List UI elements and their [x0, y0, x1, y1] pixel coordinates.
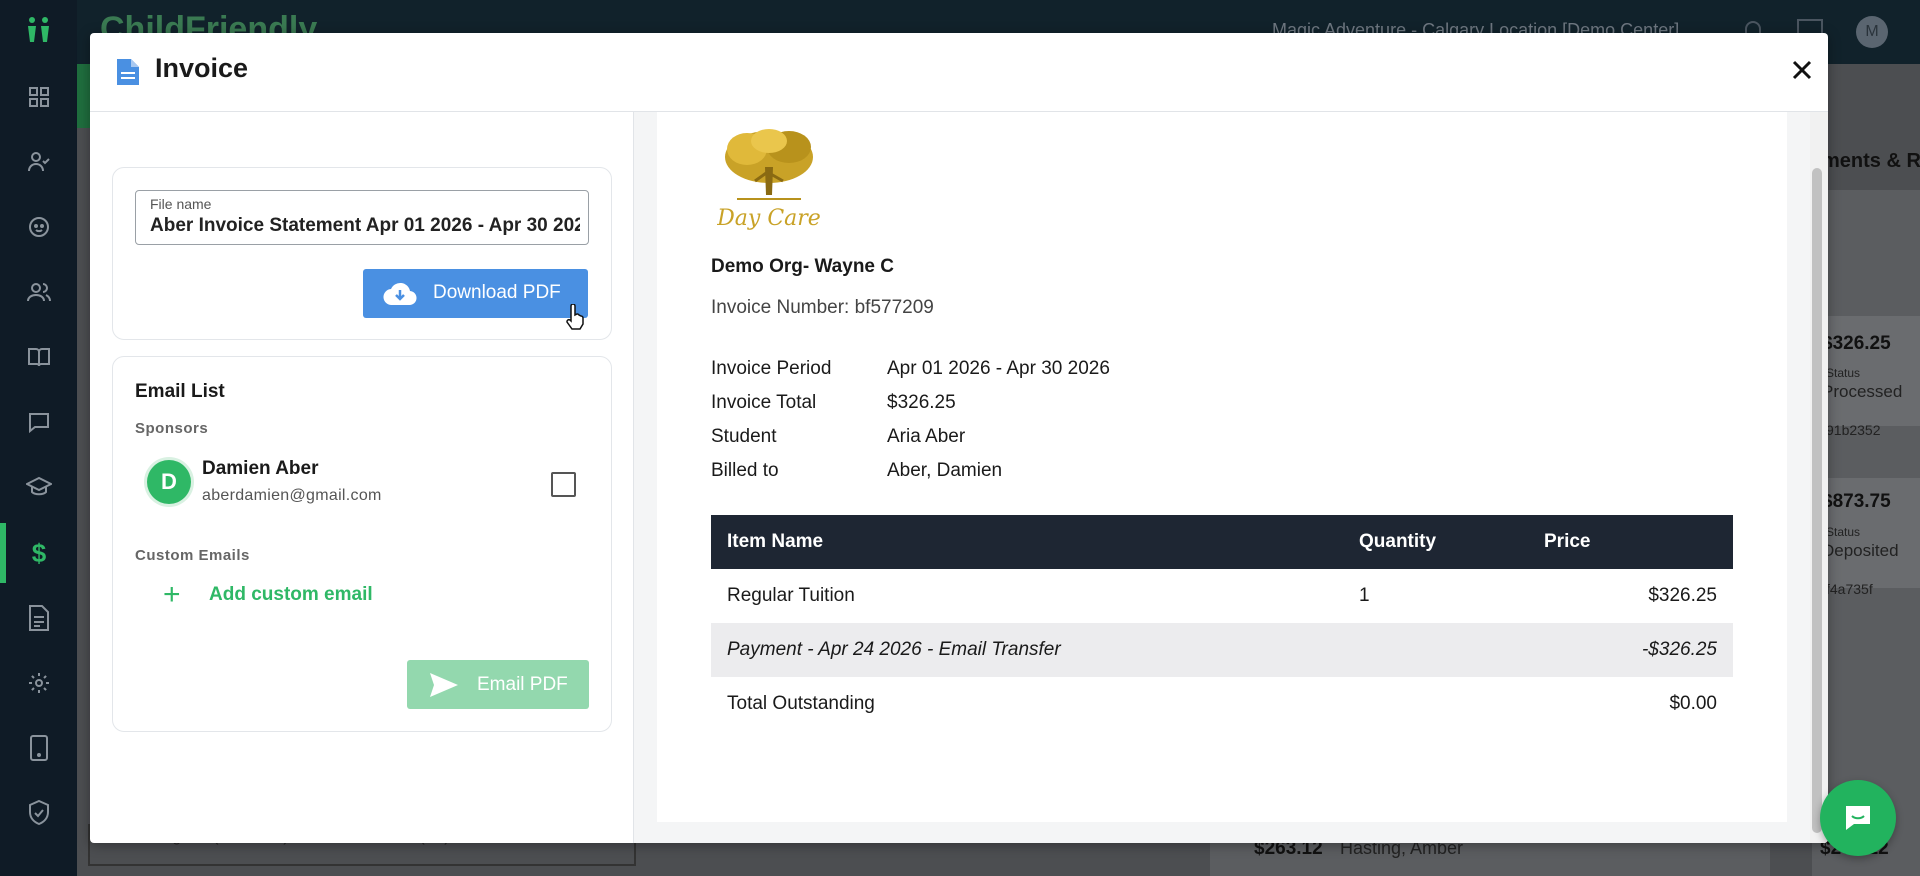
sponsors-heading: Sponsors [135, 420, 209, 437]
invoice-document: Day Care Demo Org- Wayne C Invoice Numbe… [657, 112, 1787, 822]
organization-name: Demo Org- Wayne C [711, 256, 894, 277]
sponsor-avatar: D [147, 460, 191, 504]
people-icon[interactable] [24, 277, 54, 307]
close-icon[interactable] [1787, 55, 1817, 85]
attendance-icon[interactable] [24, 147, 54, 177]
price-cell: $0.00 [1669, 693, 1717, 714]
table-row: Total Outstanding $0.00 [711, 677, 1733, 731]
column-header: Quantity [1343, 515, 1528, 569]
app-logo-icon[interactable] [24, 14, 54, 44]
item-name-cell: Payment - Apr 24 2026 - Email Transfer [711, 623, 1343, 677]
sponsor-email: aberdamien@gmail.com [202, 487, 382, 504]
document-icon [115, 57, 141, 87]
send-icon [430, 673, 458, 697]
add-custom-email-label: Add custom email [209, 584, 373, 605]
reports-icon[interactable] [24, 603, 54, 633]
billing-dollar-icon[interactable]: $ [24, 538, 54, 568]
invoice-options-panel: File name Download PDF Email List Sponso… [90, 112, 634, 843]
item-name-cell: Regular Tuition [727, 585, 855, 606]
dashboard-icon[interactable] [24, 82, 54, 112]
shield-icon[interactable] [24, 798, 54, 828]
chat-launcher-button[interactable] [1820, 780, 1896, 856]
price-cell: -$326.25 [1528, 623, 1733, 677]
bg-tab-payments[interactable]: ments & Re [1822, 150, 1920, 173]
invoice-number: Invoice Number: bf577209 [711, 297, 934, 318]
logo-text: Day Care [717, 206, 821, 231]
bg-card-status: Processed [1822, 382, 1903, 401]
download-card: File name Download PDF [112, 167, 612, 340]
email-pdf-label: Email PDF [477, 674, 568, 695]
add-custom-email-button[interactable]: + Add custom email [163, 575, 373, 615]
education-icon[interactable] [24, 472, 54, 502]
sponsor-name: Damien Aber [202, 458, 319, 479]
settings-gear-icon[interactable] [24, 668, 54, 698]
preview-scrollbar-thumb[interactable] [1812, 168, 1822, 833]
bg-card-status-label: Status [1826, 366, 1861, 380]
file-name-field[interactable]: File name [135, 190, 589, 245]
price-cell: $326.25 [1648, 585, 1717, 606]
daycare-logo: Day Care [716, 127, 821, 235]
plus-icon: + [163, 578, 181, 611]
invoice-modal: Invoice File name Download PDF Email Lis… [90, 33, 1828, 843]
chat-bubble-icon [1846, 806, 1870, 830]
quantity-cell [1343, 623, 1528, 677]
detail-label: Billed to [711, 460, 779, 481]
children-icon[interactable] [24, 212, 54, 242]
messages-icon[interactable] [24, 407, 54, 437]
table-header-row: Item Name Quantity Price [711, 515, 1733, 569]
student-row: Student Aria Aber [711, 426, 965, 448]
invoice-total-row: Invoice Total $326.25 [711, 392, 956, 414]
cloud-download-icon [383, 282, 417, 306]
detail-value: Apr 01 2026 - Apr 30 2026 [887, 358, 1110, 379]
download-pdf-button[interactable]: Download PDF [363, 269, 588, 318]
quantity-cell: 1 [1359, 585, 1370, 606]
user-avatar[interactable]: M [1856, 16, 1888, 48]
modal-header: Invoice [90, 33, 1828, 112]
table-row: Payment - Apr 24 2026 - Email Transfer -… [711, 623, 1733, 677]
bg-card-amount: $326.25 [1822, 333, 1891, 354]
email-list-card: Email List Sponsors D Damien Aber aberda… [112, 356, 612, 732]
svg-text:$: $ [32, 539, 47, 567]
book-icon[interactable] [24, 342, 54, 372]
detail-label: Invoice Total [711, 392, 817, 413]
item-name-cell: Total Outstanding [727, 693, 875, 714]
quantity-cell [1343, 677, 1528, 731]
email-pdf-button[interactable]: Email PDF [407, 660, 589, 709]
column-header: Item Name [711, 515, 1343, 569]
bg-card-ref: f4a735f [1826, 581, 1873, 597]
table-row: Regular Tuition 1 $326.25 [711, 569, 1733, 623]
detail-value: Aria Aber [887, 426, 966, 447]
billed-to-row: Billed to Aber, Damien [711, 460, 1002, 482]
bg-card-status: Deposited [1822, 541, 1899, 560]
column-header: Price [1528, 515, 1733, 569]
detail-label: Student [711, 426, 777, 447]
modal-title: Invoice [155, 53, 249, 83]
bg-card-ref: 91b2352 [1826, 422, 1881, 438]
tablet-icon[interactable] [24, 733, 54, 763]
file-name-input[interactable] [150, 215, 580, 237]
bg-card-amount: $873.75 [1822, 491, 1891, 512]
invoice-period-row: Invoice Period Apr 01 2026 - Apr 30 2026 [711, 358, 1110, 380]
sponsor-checkbox[interactable] [551, 472, 576, 497]
hand-cursor-icon [565, 303, 585, 330]
active-indicator [0, 523, 6, 583]
detail-label: Invoice Period [711, 358, 832, 379]
invoice-preview: Day Care Demo Org- Wayne C Invoice Numbe… [634, 112, 1828, 843]
file-name-label: File name [150, 196, 212, 212]
download-pdf-label: Download PDF [433, 282, 561, 303]
invoice-items-table: Item Name Quantity Price Regular Tuition… [711, 515, 1733, 731]
bg-card-status-label: Status [1826, 525, 1861, 539]
detail-value: $326.25 [887, 392, 956, 413]
detail-value: Aber, Damien [887, 460, 1003, 481]
email-list-title: Email List [135, 381, 225, 402]
custom-emails-heading: Custom Emails [135, 547, 250, 564]
side-rail: $ [0, 0, 77, 876]
